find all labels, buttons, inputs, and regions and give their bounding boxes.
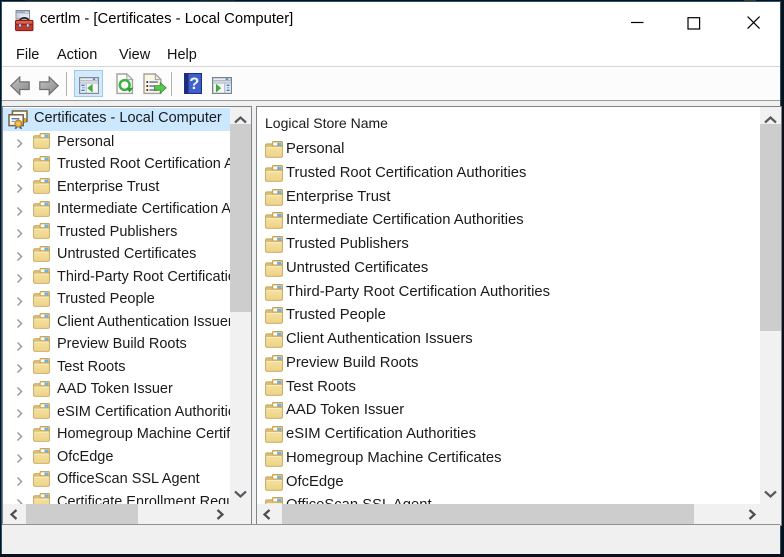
svg-text:?: ? <box>189 75 199 93</box>
